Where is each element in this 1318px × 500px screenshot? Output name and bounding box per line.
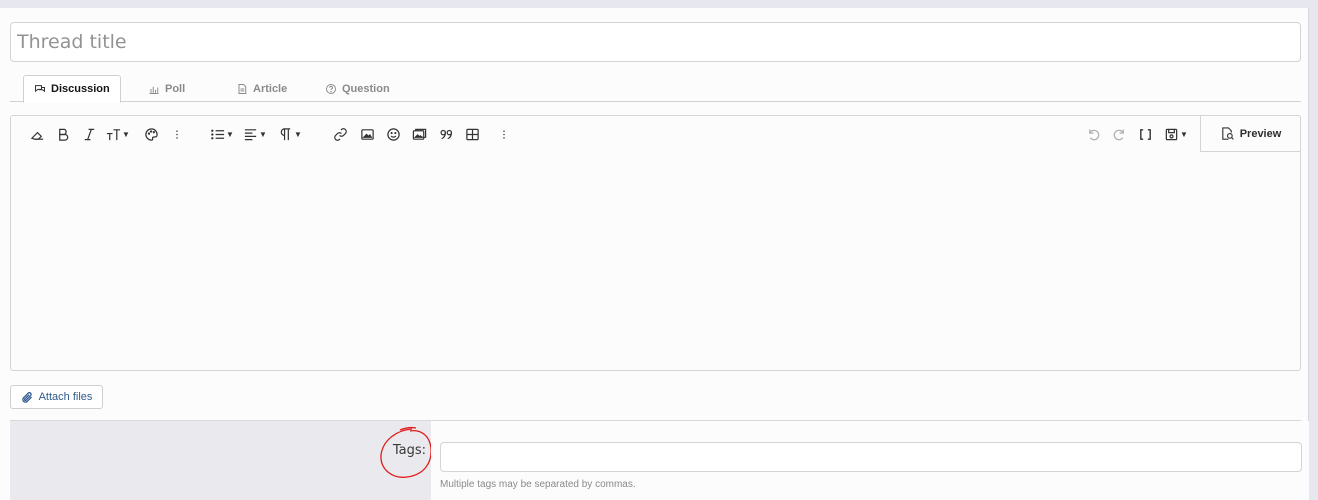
tab-question-label: Question — [342, 82, 390, 95]
thread-form-panel: Discussion Poll Article Question — [0, 8, 1309, 500]
tags-form-row: Tags: Multiple tags may be separated by … — [10, 421, 1309, 500]
image-button[interactable] — [358, 124, 376, 144]
undo-icon — [1088, 128, 1099, 140]
align-icon — [244, 128, 257, 140]
redo-icon — [1113, 128, 1124, 140]
link-icon — [333, 127, 347, 141]
undo-button[interactable] — [1084, 124, 1102, 144]
thread-type-tabs: Discussion Poll Article Question — [10, 75, 1301, 103]
preview-button[interactable]: Preview — [1200, 115, 1301, 152]
media-button[interactable] — [409, 124, 429, 144]
poll-icon — [149, 86, 159, 94]
more-insert-icon — [503, 129, 505, 139]
italic-icon — [84, 128, 94, 140]
tab-discussion[interactable]: Discussion — [23, 75, 121, 103]
italic-button[interactable] — [81, 124, 97, 144]
drafts-button[interactable]: ▼ — [1161, 124, 1191, 144]
paperclip-icon — [21, 391, 32, 403]
quote-icon — [439, 129, 452, 139]
message-editor: ▼ ▼ ▼ ▼ ▼ Preview — [10, 115, 1301, 371]
tab-question[interactable]: Question — [315, 75, 400, 102]
preview-label: Preview — [1239, 127, 1282, 140]
more-text-icon — [176, 129, 178, 139]
red-circle-annotation — [380, 426, 432, 478]
discussion-icon — [35, 85, 45, 93]
toggle-bbcode-button[interactable] — [1136, 124, 1154, 144]
table-icon — [465, 128, 479, 140]
thread-title-input[interactable] — [10, 22, 1301, 62]
tab-article-label: Article — [253, 82, 288, 95]
chevron-down-icon: ▼ — [122, 129, 130, 139]
editor-content-area[interactable] — [11, 152, 1300, 370]
quote-button[interactable] — [436, 124, 456, 144]
media-icon — [412, 128, 426, 140]
chevron-down-icon: ▼ — [226, 129, 234, 139]
chevron-down-icon: ▼ — [294, 129, 302, 139]
tab-poll[interactable]: Poll — [138, 75, 195, 102]
palette-icon — [144, 127, 158, 141]
preview-icon — [1221, 127, 1234, 140]
image-icon — [360, 128, 374, 140]
paragraph-icon — [280, 127, 291, 140]
list-icon — [211, 129, 225, 139]
bold-icon — [58, 128, 68, 141]
bbcode-icon — [1139, 128, 1151, 140]
chevron-down-icon: ▼ — [1180, 129, 1188, 139]
chevron-down-icon: ▼ — [259, 129, 267, 139]
text-color-button[interactable] — [142, 124, 160, 144]
redo-button[interactable] — [1110, 124, 1128, 144]
tags-hint: Multiple tags may be separated by commas… — [440, 479, 636, 490]
remove-format-button[interactable] — [28, 124, 46, 144]
table-button[interactable] — [463, 124, 481, 144]
list-button[interactable]: ▼ — [207, 124, 237, 144]
smilie-icon — [386, 127, 400, 141]
paragraph-button[interactable]: ▼ — [276, 124, 304, 144]
font-size-button[interactable]: ▼ — [104, 124, 132, 144]
tags-input[interactable] — [440, 442, 1302, 472]
drafts-icon — [1165, 128, 1178, 140]
article-icon — [238, 83, 247, 94]
editor-toolbar: ▼ ▼ ▼ ▼ ▼ Preview — [11, 115, 1301, 152]
link-button[interactable] — [331, 124, 349, 144]
eraser-icon — [30, 131, 43, 140]
attach-files-button[interactable]: Attach files — [10, 385, 103, 409]
smilie-button[interactable] — [384, 124, 402, 144]
align-button[interactable]: ▼ — [241, 124, 269, 144]
bold-button[interactable] — [55, 124, 71, 144]
tab-discussion-label: Discussion — [51, 83, 110, 95]
tags-label-column: Tags: — [10, 421, 432, 500]
more-text-button[interactable] — [171, 124, 183, 144]
more-insert-button[interactable] — [498, 124, 510, 144]
tags-value-column: Multiple tags may be separated by commas… — [431, 421, 1309, 500]
font-size-icon — [106, 128, 121, 140]
question-icon — [326, 83, 336, 94]
tab-article[interactable]: Article — [226, 75, 297, 102]
attach-files-label: Attach files — [38, 391, 93, 403]
tab-poll-label: Poll — [165, 82, 186, 95]
